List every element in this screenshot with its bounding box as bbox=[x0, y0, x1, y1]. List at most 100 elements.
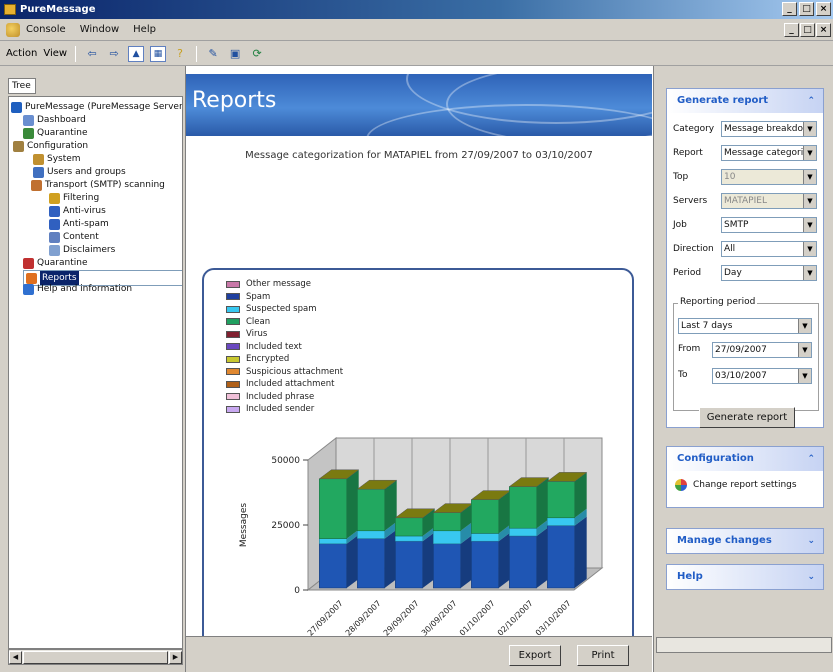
menu-view[interactable]: View bbox=[43, 48, 67, 59]
tree-item[interactable]: Dashboard bbox=[23, 114, 86, 127]
export-button[interactable]: Export bbox=[509, 645, 561, 666]
tree-node-icon bbox=[33, 167, 44, 178]
up-folder-icon[interactable]: ▲ bbox=[128, 45, 145, 62]
tree-item[interactable]: System bbox=[33, 153, 81, 166]
field-select[interactable]: Message breakdo ▼ bbox=[721, 121, 817, 137]
chevron-down-icon[interactable]: ▼ bbox=[803, 146, 816, 160]
console-tree[interactable]: PureMessage (PureMessage Server) Dashboar… bbox=[8, 96, 183, 649]
child-close-button[interactable]: × bbox=[816, 23, 831, 37]
bar-segment bbox=[547, 525, 575, 589]
tree-item[interactable]: Help and information bbox=[23, 283, 132, 296]
period-range-select[interactable]: Last 7 days ▼ bbox=[678, 318, 812, 334]
change-settings-link[interactable]: Change report settings bbox=[675, 479, 797, 491]
menu-help[interactable]: Help bbox=[133, 24, 156, 35]
bar-segment bbox=[547, 517, 575, 526]
menu-action[interactable]: Action bbox=[6, 48, 37, 59]
field-select[interactable]: Message categoriz ▼ bbox=[721, 145, 817, 161]
to-date-picker[interactable]: 03/10/2007 ▼ bbox=[712, 368, 812, 384]
field-value: Message categoriz bbox=[724, 148, 808, 158]
change-settings-text: Change report settings bbox=[693, 480, 797, 490]
close-button[interactable]: × bbox=[816, 2, 831, 16]
collapse-icon[interactable]: ⌃ bbox=[807, 447, 815, 471]
tree-node-icon bbox=[13, 141, 24, 152]
scroll-left-icon[interactable]: ◀ bbox=[9, 651, 22, 664]
minimize-button[interactable]: _ bbox=[782, 2, 797, 16]
tree-item[interactable]: Filtering bbox=[49, 192, 99, 205]
tree-item[interactable]: Anti-spam bbox=[49, 218, 109, 231]
collapse-icon[interactable]: ⌃ bbox=[807, 89, 815, 113]
from-date-value: 27/09/2007 bbox=[715, 345, 767, 355]
manage-changes-title: Manage changes bbox=[677, 535, 772, 546]
tree-node-icon bbox=[26, 272, 37, 284]
tree-item-label: Disclaimers bbox=[63, 245, 116, 255]
configuration-panel: Configuration ⌃ Change report settings bbox=[666, 446, 824, 508]
configuration-header[interactable]: Configuration ⌃ bbox=[667, 447, 823, 471]
tree-item[interactable]: Disclaimers bbox=[49, 244, 115, 257]
bar-segment bbox=[509, 486, 537, 529]
bar-segment-side bbox=[422, 532, 435, 588]
forward-arrow-icon[interactable]: ⇨ bbox=[106, 46, 122, 62]
from-label: From bbox=[678, 344, 701, 354]
menu-console[interactable]: Console bbox=[26, 24, 66, 35]
properties-icon[interactable]: ✎ bbox=[205, 46, 221, 62]
scroll-right-icon[interactable]: ▶ bbox=[169, 651, 182, 664]
child-minimize-button[interactable]: _ bbox=[784, 23, 799, 37]
expand-icon[interactable]: ⌄ bbox=[807, 529, 815, 553]
print-button[interactable]: Print bbox=[577, 645, 629, 666]
help-header[interactable]: Help ⌄ bbox=[667, 565, 823, 589]
from-date-picker[interactable]: 27/09/2007 ▼ bbox=[712, 342, 812, 358]
bar-segment bbox=[471, 533, 499, 542]
tree-item[interactable]: Anti-virus bbox=[49, 205, 106, 218]
bar-segment-side bbox=[346, 469, 359, 539]
refresh-icon[interactable]: ⟳ bbox=[249, 46, 265, 62]
chevron-down-icon[interactable]: ▼ bbox=[798, 343, 811, 357]
to-label: To bbox=[678, 370, 688, 380]
field-value: Day bbox=[724, 268, 742, 278]
chevron-down-icon[interactable]: ▼ bbox=[803, 218, 816, 232]
generate-report-button[interactable]: Generate report bbox=[699, 407, 795, 428]
field-select[interactable]: All ▼ bbox=[721, 241, 817, 257]
tree-item[interactable]: PureMessage (PureMessage Server) bbox=[11, 101, 183, 114]
chevron-down-icon[interactable]: ▼ bbox=[803, 266, 816, 280]
tree-item[interactable]: Quarantine bbox=[23, 127, 88, 140]
tree-item-label: PureMessage (PureMessage Server) bbox=[25, 102, 183, 112]
bar-segment bbox=[395, 535, 423, 542]
chevron-down-icon[interactable]: ▼ bbox=[798, 369, 811, 383]
bar-segment bbox=[319, 538, 347, 545]
child-restore-button[interactable]: □ bbox=[800, 23, 815, 37]
chevron-down-icon[interactable]: ▼ bbox=[803, 242, 816, 256]
save-icon[interactable]: ▣ bbox=[227, 46, 243, 62]
manage-changes-panel: Manage changes ⌄ bbox=[666, 528, 824, 554]
back-arrow-icon[interactable]: ⇦ bbox=[84, 46, 100, 62]
generate-report-header[interactable]: Generate report ⌃ bbox=[667, 89, 823, 113]
form-row: Category Message breakdo ▼ bbox=[673, 121, 819, 137]
task-pane-scrollbar[interactable] bbox=[656, 637, 832, 653]
tree-item[interactable]: Transport (SMTP) scanning bbox=[31, 179, 165, 192]
show-tree-icon[interactable]: ▦ bbox=[150, 45, 167, 62]
chart-frame: Other message Spam Suspected spam Clean Viru… bbox=[202, 268, 634, 672]
tree-item[interactable]: Quarantine bbox=[23, 257, 88, 270]
tree-item[interactable]: Configuration bbox=[13, 140, 88, 153]
chevron-down-icon[interactable]: ▼ bbox=[798, 319, 811, 333]
help-title: Help bbox=[677, 571, 703, 582]
settings-icon bbox=[675, 479, 687, 491]
tree-item[interactable]: Content bbox=[49, 231, 99, 244]
tree-tab[interactable]: Tree bbox=[8, 78, 36, 94]
field-value: All bbox=[724, 244, 736, 254]
maximize-button[interactable]: □ bbox=[799, 2, 814, 16]
field-select[interactable]: Day ▼ bbox=[721, 265, 817, 281]
menu-window[interactable]: Window bbox=[80, 24, 119, 35]
tree-node-icon bbox=[23, 284, 34, 295]
tree-horizontal-scrollbar[interactable]: ◀ ▶ bbox=[8, 649, 183, 665]
field-select[interactable]: SMTP ▼ bbox=[721, 217, 817, 233]
expand-icon[interactable]: ⌄ bbox=[807, 565, 815, 589]
help-icon[interactable]: ? bbox=[172, 46, 188, 62]
tree-node-icon bbox=[33, 154, 44, 165]
tree-item-label: Dashboard bbox=[37, 115, 86, 125]
chevron-down-icon[interactable]: ▼ bbox=[803, 122, 816, 136]
manage-changes-header[interactable]: Manage changes ⌄ bbox=[667, 529, 823, 553]
scroll-thumb[interactable] bbox=[23, 651, 168, 664]
field-select: 10 ▼ bbox=[721, 169, 817, 185]
bar-segment bbox=[395, 540, 423, 589]
tree-item[interactable]: Users and groups bbox=[33, 166, 126, 179]
